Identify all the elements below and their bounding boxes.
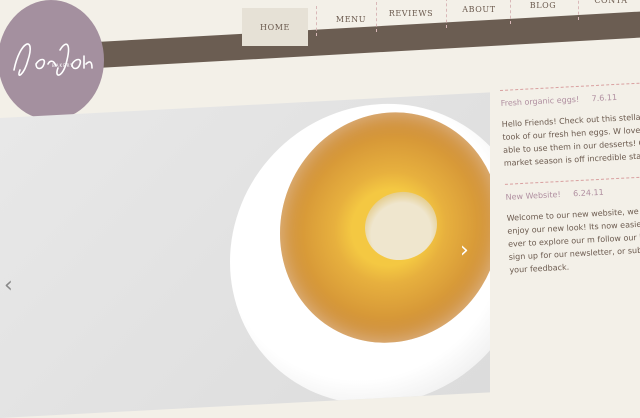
nav-divider <box>376 2 377 32</box>
post-divider <box>500 81 640 91</box>
post-date: 6.24.11 <box>572 187 604 199</box>
gallery-prev-icon[interactable]: ‹ <box>4 275 13 297</box>
page: BAKERY HOME MENU REVIEWS ABOUT BLOG CONT… <box>0 0 640 418</box>
nav-home[interactable]: HOME <box>242 8 308 46</box>
logo-script-icon <box>13 43 93 76</box>
post-excerpt: Welcome to our new website, we you enjoy… <box>506 206 640 275</box>
post-date: 7.6.11 <box>591 92 618 104</box>
post-title[interactable]: Fresh organic eggs! 7.6.11 <box>500 90 640 108</box>
nav-blog[interactable]: BLOG <box>510 0 576 24</box>
logo[interactable]: BAKERY <box>0 0 104 120</box>
gallery-next-icon[interactable]: › <box>460 240 469 262</box>
blog-sidebar: Fresh organic eggs! 7.6.11 Hello Friends… <box>500 81 640 291</box>
nav-about[interactable]: ABOUT <box>446 0 512 28</box>
nav-reviews[interactable]: REVIEWS <box>378 0 444 32</box>
post-title-text[interactable]: Fresh organic eggs! <box>500 95 579 108</box>
post-title-text[interactable]: New Website! <box>505 190 560 202</box>
main-nav: HOME MENU REVIEWS ABOUT BLOG CONTA <box>240 0 640 46</box>
nav-menu[interactable]: MENU <box>318 0 384 38</box>
post-excerpt: Hello Friends! Check out this stellar Ty… <box>501 111 640 168</box>
logo-subtitle: BAKERY <box>52 63 74 68</box>
post-divider <box>504 174 640 185</box>
post-title[interactable]: New Website! 6.24.11 <box>505 184 640 202</box>
hero-photo <box>0 92 490 418</box>
nav-divider <box>316 6 317 36</box>
nav-contact[interactable]: CONTA <box>578 0 640 19</box>
